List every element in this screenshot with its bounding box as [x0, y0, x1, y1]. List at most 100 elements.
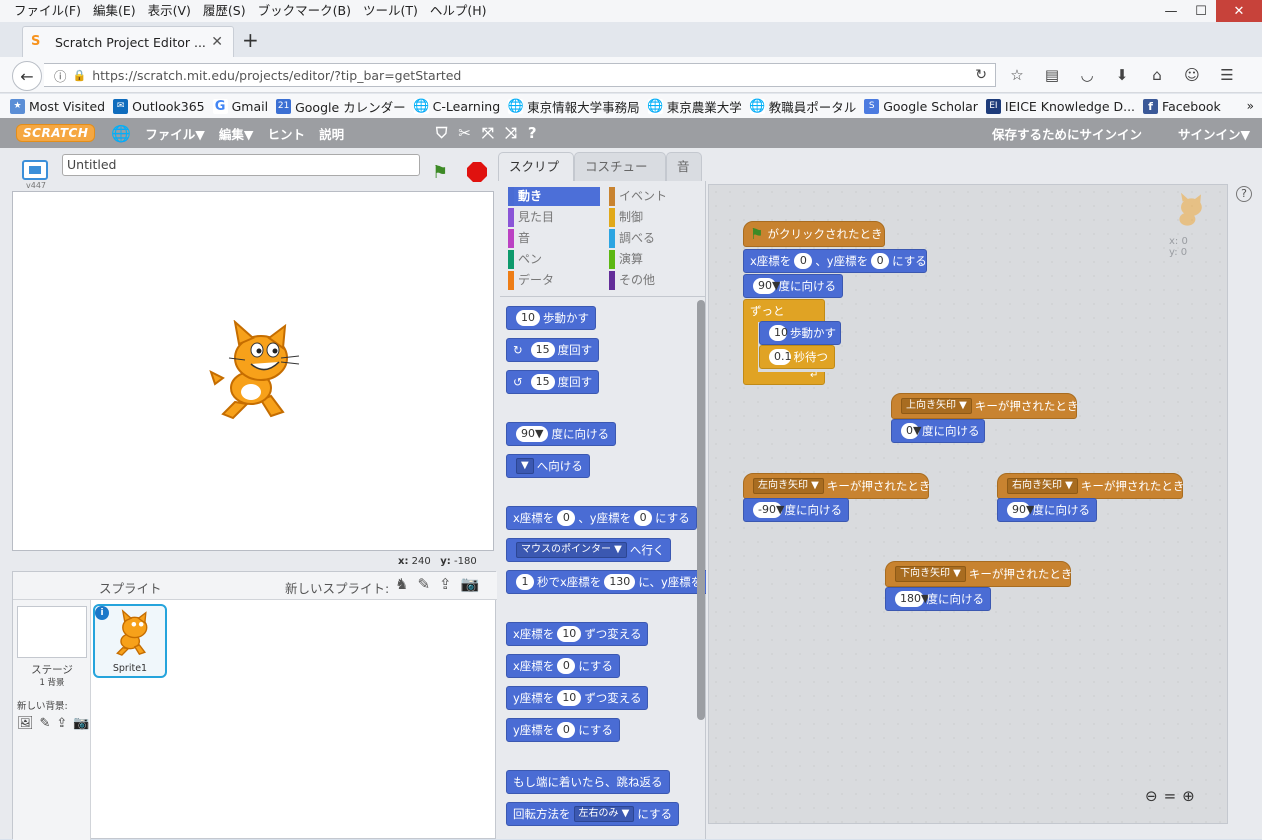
- back-button[interactable]: ←: [12, 61, 42, 91]
- zoom-reset-icon[interactable]: =: [1164, 787, 1177, 805]
- category-events[interactable]: イベント: [609, 187, 701, 206]
- block-point-direction[interactable]: 90▼ 度に向ける: [506, 422, 616, 446]
- bookmark-most-visited[interactable]: ★ Most Visited: [10, 98, 105, 114]
- category-operators[interactable]: 演算: [609, 250, 701, 269]
- script-when-up-key[interactable]: 上向き矢印 ▼ キーが押されたとき: [891, 393, 1078, 419]
- grow-icon[interactable]: ⤧: [482, 124, 494, 142]
- block-move-steps[interactable]: 10 歩動かす: [506, 306, 596, 330]
- category-control[interactable]: 制御: [609, 208, 701, 227]
- new-tab-icon[interactable]: +: [242, 28, 259, 52]
- shrink-icon[interactable]: ⤨: [505, 124, 517, 142]
- zoom-in-icon[interactable]: ⊕: [1182, 787, 1195, 805]
- bookmark-scholar[interactable]: S Google Scholar: [864, 98, 978, 114]
- block-turn-left[interactable]: ↺ 15 度回す: [506, 370, 600, 394]
- script-go-to-xy[interactable]: x座標を 0 、y座標を 0 にする: [743, 249, 927, 273]
- block-go-to[interactable]: マウスのポインター ▼ へ行く: [506, 538, 672, 562]
- zoom-out-icon[interactable]: ⊖: [1145, 787, 1158, 805]
- category-motion[interactable]: 動き: [508, 187, 600, 206]
- browser-tab[interactable]: S Scratch Project Editor ... ✕: [22, 26, 234, 57]
- home-icon[interactable]: ⌂: [1146, 65, 1168, 85]
- help-icon[interactable]: ?: [1236, 186, 1252, 202]
- script-when-right-key[interactable]: 右向き矢印 ▼ キーが押されたとき: [997, 473, 1184, 499]
- project-title-input[interactable]: Untitled: [62, 154, 420, 176]
- tab-scripts[interactable]: スクリプト: [498, 152, 574, 201]
- menu-edit[interactable]: 編集(E): [87, 0, 142, 22]
- backdrop-library-icon[interactable]: 🖼: [17, 716, 34, 731]
- menu-view[interactable]: 表示(V): [142, 0, 197, 22]
- category-sound[interactable]: 音: [508, 229, 600, 248]
- bookmark-outlook[interactable]: ✉ Outlook365: [113, 98, 205, 114]
- camera-icon[interactable]: 📷: [461, 575, 480, 593]
- scratch-menu-tips[interactable]: ヒント: [268, 124, 306, 143]
- download-icon[interactable]: ⬇: [1111, 65, 1133, 85]
- category-sensing[interactable]: 調べる: [609, 229, 701, 248]
- block-set-x[interactable]: x座標を 0 にする: [506, 654, 620, 678]
- block-bounce[interactable]: もし端に着いたら、跳ね返る: [506, 770, 670, 794]
- category-pen[interactable]: ペン: [508, 250, 600, 269]
- script-point-90-right[interactable]: 90▼ 度に向ける: [997, 498, 1097, 522]
- block-change-x[interactable]: x座標を 10 ずつ変える: [506, 622, 649, 646]
- bookmark-ieice[interactable]: EI IEICE Knowledge D...: [985, 98, 1135, 114]
- script-wait[interactable]: 0.1 秒待つ: [759, 345, 835, 369]
- script-when-down-key[interactable]: 下向き矢印 ▼ キーが押されたとき: [885, 561, 1072, 587]
- minimize-icon[interactable]: —: [1156, 0, 1186, 22]
- close-window-icon[interactable]: ✕: [1216, 0, 1262, 22]
- menu-bookmarks[interactable]: ブックマーク(B): [252, 0, 357, 22]
- block-change-y[interactable]: y座標を 10 ずつ変える: [506, 686, 649, 710]
- cat-sprite-icon[interactable]: [205, 320, 305, 420]
- block-help-icon[interactable]: ?: [528, 124, 537, 142]
- scratch-logo[interactable]: SCRATCH: [16, 124, 96, 142]
- scratch-menu-about[interactable]: 説明: [319, 124, 344, 143]
- category-data[interactable]: データ: [508, 271, 600, 290]
- sign-in-to-save-button[interactable]: 保存するためにサインイン: [992, 124, 1142, 143]
- backdrop-upload-icon[interactable]: ⇪: [56, 716, 67, 731]
- reading-list-icon[interactable]: ▤: [1041, 65, 1063, 85]
- script-when-left-key[interactable]: 左向き矢印 ▼ キーが押されたとき: [743, 473, 930, 499]
- block-glide[interactable]: 1 秒でx座標を 130 に、y座標を: [506, 570, 706, 594]
- bookmark-gmail[interactable]: G Gmail: [212, 98, 268, 114]
- block-rotation-style[interactable]: 回転方法を 左右のみ ▼ にする: [506, 802, 679, 826]
- right-scrollbar[interactable]: [1238, 184, 1250, 824]
- script-point-90[interactable]: 90▼ 度に向ける: [743, 274, 843, 298]
- url-bar[interactable]: ⓘ 🔒 https://scratch.mit.edu/projects/edi…: [44, 63, 996, 87]
- stop-sign-icon[interactable]: [467, 162, 487, 182]
- bookmark-facebook[interactable]: f Facebook: [1143, 98, 1221, 114]
- bookmark-tuis[interactable]: 🌐 東京情報大学事務局: [508, 97, 640, 116]
- palette-scrollbar[interactable]: [697, 300, 705, 720]
- choose-sprite-library-icon[interactable]: ♞: [395, 575, 408, 593]
- script-point-180[interactable]: 180▼ 度に向ける: [885, 587, 991, 611]
- stage-thumbnail[interactable]: [17, 606, 87, 658]
- tab-costumes[interactable]: コスチューム: [574, 152, 666, 201]
- script-move-10[interactable]: 10 歩動かす: [759, 321, 841, 345]
- pocket-icon[interactable]: ◡: [1076, 65, 1098, 85]
- sign-in-button[interactable]: サインイン▼: [1178, 124, 1250, 143]
- duplicate-stamp-icon[interactable]: ⛉: [436, 124, 447, 142]
- menu-help[interactable]: ヘルプ(H): [424, 0, 493, 22]
- script-when-flag-clicked[interactable]: ⚑ がクリックされたとき: [743, 221, 885, 247]
- block-go-to-xy[interactable]: x座標を 0 、y座標を 0 にする: [506, 506, 697, 530]
- site-info-icon[interactable]: ⓘ: [54, 66, 67, 85]
- hamburger-menu-icon[interactable]: ☰: [1216, 65, 1238, 85]
- cut-scissors-icon[interactable]: ✂: [458, 124, 471, 142]
- scratch-menu-edit[interactable]: 編集▼: [219, 124, 254, 143]
- backdrop-paint-icon[interactable]: ✎: [40, 716, 51, 731]
- menu-history[interactable]: 履歴(S): [197, 0, 252, 22]
- paint-brush-icon[interactable]: ✎: [417, 575, 430, 593]
- tab-sounds[interactable]: 音: [666, 152, 702, 181]
- bookmarks-overflow-icon[interactable]: »: [1247, 99, 1254, 113]
- bookmark-calendar[interactable]: 21 Google カレンダー: [276, 97, 406, 116]
- bookmark-nodai[interactable]: 🌐 東京農業大学: [647, 97, 742, 116]
- maximize-icon[interactable]: ☐: [1186, 0, 1216, 22]
- fullscreen-icon[interactable]: [22, 160, 48, 180]
- bookmark-portal[interactable]: 🌐 教職員ポータル: [749, 97, 856, 116]
- backdrop-camera-icon[interactable]: 📷: [73, 716, 89, 731]
- smiley-icon[interactable]: ☺: [1181, 65, 1203, 85]
- menu-file[interactable]: ファイル(F): [8, 0, 87, 22]
- category-more[interactable]: その他: [609, 271, 701, 290]
- language-globe-icon[interactable]: 🌐: [111, 124, 131, 143]
- close-tab-icon[interactable]: ✕: [211, 34, 223, 50]
- menu-tools[interactable]: ツール(T): [357, 0, 424, 22]
- scratch-menu-file[interactable]: ファイル▼: [145, 124, 205, 143]
- reload-icon[interactable]: ↻: [975, 67, 987, 83]
- block-turn-right[interactable]: ↻ 15 度回す: [506, 338, 600, 362]
